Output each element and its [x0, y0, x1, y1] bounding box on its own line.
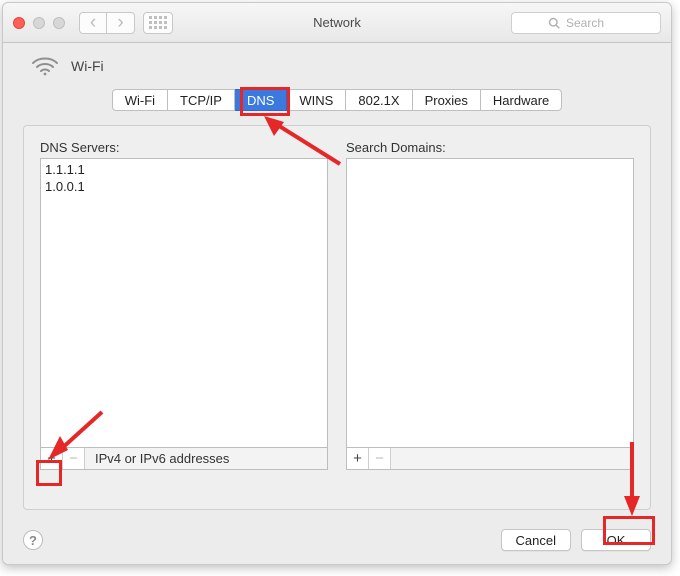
- tab-label: TCP/IP: [180, 93, 222, 108]
- tab-proxies[interactable]: Proxies: [413, 89, 481, 111]
- dns-panel: DNS Servers: 1.1.1.1 1.0.0.1 + − IPv4 or…: [23, 125, 651, 510]
- tab-tcpip[interactable]: TCP/IP: [168, 89, 235, 111]
- tab-label: Proxies: [425, 93, 468, 108]
- ok-button[interactable]: OK: [581, 529, 651, 551]
- remove-dns-button[interactable]: −: [63, 448, 85, 469]
- wifi-icon: [31, 55, 59, 77]
- search-domains-footer: + −: [346, 448, 634, 470]
- dns-footer-caption: IPv4 or IPv6 addresses: [95, 451, 229, 466]
- tab-label: Wi-Fi: [125, 93, 155, 108]
- dns-servers-list[interactable]: 1.1.1.1 1.0.0.1: [40, 158, 328, 448]
- window-title: Network: [3, 15, 671, 30]
- dialog-footer: ? Cancel OK: [3, 520, 671, 564]
- tab-wins[interactable]: WINS: [287, 89, 346, 111]
- tabs: Wi-Fi TCP/IP DNS WINS 802.1X Proxies Har…: [112, 89, 563, 111]
- cancel-button[interactable]: Cancel: [501, 529, 571, 551]
- help-button[interactable]: ?: [23, 530, 43, 550]
- connection-name: Wi-Fi: [71, 58, 104, 74]
- tab-label: DNS: [247, 93, 274, 108]
- connection-header: Wi-Fi: [3, 43, 671, 81]
- search-domains-list[interactable]: [346, 158, 634, 448]
- titlebar: ‹ › Network: [3, 3, 671, 43]
- tab-wifi[interactable]: Wi-Fi: [112, 89, 168, 111]
- button-label: Cancel: [516, 533, 556, 548]
- button-label: OK: [607, 533, 626, 548]
- tab-label: Hardware: [493, 93, 549, 108]
- dns-servers-column: DNS Servers: 1.1.1.1 1.0.0.1 + − IPv4 or…: [40, 140, 328, 470]
- search-domains-column: Search Domains: + −: [346, 140, 634, 470]
- search-domains-label: Search Domains:: [346, 140, 634, 155]
- network-preferences-window: ‹ › Network Wi-Fi Wi-Fi TCP/IP DNS WI: [2, 2, 672, 565]
- tab-dns[interactable]: DNS: [235, 89, 287, 111]
- remove-domain-button[interactable]: −: [369, 448, 391, 469]
- add-domain-button[interactable]: +: [347, 448, 369, 469]
- dns-servers-footer: + − IPv4 or IPv6 addresses: [40, 448, 328, 470]
- list-item[interactable]: 1.0.0.1: [45, 178, 323, 195]
- tab-label: 802.1X: [358, 93, 399, 108]
- tab-8021x[interactable]: 802.1X: [346, 89, 412, 111]
- tab-hardware[interactable]: Hardware: [481, 89, 562, 111]
- dns-servers-label: DNS Servers:: [40, 140, 328, 155]
- tab-row: Wi-Fi TCP/IP DNS WINS 802.1X Proxies Har…: [3, 81, 671, 111]
- tab-label: WINS: [299, 93, 333, 108]
- list-item[interactable]: 1.1.1.1: [45, 161, 323, 178]
- add-dns-button[interactable]: +: [41, 448, 63, 469]
